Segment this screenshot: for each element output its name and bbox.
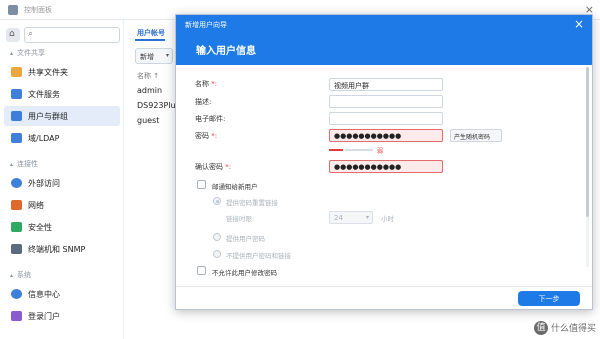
dialog-window-title: 新增用户向导 bbox=[185, 21, 227, 29]
sidebar-item-info-center[interactable]: 信息中心 bbox=[4, 284, 120, 304]
password-field[interactable]: ●●●●●●●●●●● bbox=[329, 129, 443, 142]
sidebar-item-label: 域/LDAP bbox=[28, 134, 60, 143]
confirm-password-field[interactable]: ●●●●●●●●●●● bbox=[329, 160, 443, 173]
table-row[interactable]: DS923Plus bbox=[137, 101, 180, 110]
sidebar-item-label: 用户与群组 bbox=[28, 112, 68, 121]
no-password-label: 不提供用户密码和链接 bbox=[226, 252, 291, 260]
provide-password-label: 提供用户密码 bbox=[226, 235, 265, 243]
sidebar-item-terminal-snmp[interactable]: 终端机和 SNMP bbox=[4, 239, 120, 259]
email-label: 电子邮件: bbox=[195, 115, 226, 123]
confirm-password-label: 确认密码 *: bbox=[195, 163, 232, 171]
domain-ldap-icon bbox=[11, 133, 22, 143]
create-button-label: 新增 bbox=[140, 53, 154, 61]
search-input[interactable]: ⌕ bbox=[24, 27, 120, 43]
window-title: 控制面板 bbox=[24, 6, 52, 14]
sidebar-item-label: 信息中心 bbox=[28, 290, 60, 299]
link-expiry-select[interactable]: 24 ▾ bbox=[329, 211, 373, 224]
notify-new-user-checkbox[interactable] bbox=[197, 180, 206, 189]
sidebar-item-user-group[interactable]: 用户与群组 bbox=[4, 106, 120, 126]
home-icon: ⌂ bbox=[9, 29, 15, 39]
sidebar-item-external-access[interactable]: 外部访问 bbox=[4, 173, 120, 193]
create-user-dialog: 新增用户向导 × 输入用户信息 名称 *: 视频用户群 描述: 电子邮件: 密码… bbox=[175, 14, 593, 310]
sidebar: ⌂ ⌕ ▴ 文件共享 共享文件夹 文件服务 用户与群组 域/LDAP ▴ 连接性 外… bbox=[0, 20, 124, 339]
strength-bar-empty bbox=[345, 149, 373, 151]
sidebar-item-label: 网络 bbox=[28, 201, 44, 210]
security-icon bbox=[11, 222, 22, 232]
strength-bar-filled bbox=[329, 149, 343, 151]
strength-text: 弱 bbox=[377, 148, 384, 155]
sort-ascending-icon: ↑ bbox=[153, 72, 160, 80]
send-reset-link-radio[interactable] bbox=[213, 197, 221, 205]
name-field[interactable]: 视频用户群 bbox=[329, 78, 443, 91]
table-row[interactable]: guest bbox=[137, 116, 159, 125]
home-button[interactable]: ⌂ bbox=[6, 28, 20, 42]
tab-user-accounts[interactable]: 用户帐号 bbox=[137, 28, 165, 38]
next-button[interactable]: 下一步 bbox=[518, 291, 580, 306]
watermark-logo-icon: 值 bbox=[533, 321, 548, 335]
sidebar-item-file-services[interactable]: 文件服务 bbox=[4, 84, 120, 104]
provide-password-radio[interactable] bbox=[213, 233, 221, 241]
generate-password-button[interactable]: 产生随机密码 bbox=[450, 129, 502, 142]
tab-active-indicator bbox=[135, 39, 165, 41]
watermark: 值什么值得买 bbox=[533, 321, 596, 335]
network-icon bbox=[11, 200, 22, 210]
sidebar-item-label: 终端机和 SNMP bbox=[28, 245, 86, 254]
sidebar-item-shared-folder[interactable]: 共享文件夹 bbox=[4, 62, 120, 82]
disallow-password-change-checkbox[interactable] bbox=[197, 266, 206, 275]
sidebar-item-label: 文件服务 bbox=[28, 90, 60, 99]
info-center-icon bbox=[11, 289, 22, 299]
sidebar-item-network[interactable]: 网络 bbox=[4, 195, 120, 215]
password-label: 密码 *: bbox=[195, 132, 218, 140]
section-system[interactable]: ▴ 系统 bbox=[10, 270, 31, 280]
login-portal-icon bbox=[11, 311, 22, 321]
sidebar-item-security[interactable]: 安全性 bbox=[4, 217, 120, 237]
external-access-icon bbox=[11, 178, 22, 188]
section-connectivity[interactable]: ▴ 连接性 bbox=[10, 159, 38, 169]
table-row[interactable]: admin bbox=[137, 86, 162, 95]
section-file-sharing[interactable]: ▴ 文件共享 bbox=[10, 48, 45, 58]
dialog-scrollbar-thumb[interactable] bbox=[586, 67, 589, 217]
link-expiry-label: 链接时限: bbox=[226, 215, 255, 223]
file-services-icon bbox=[11, 89, 22, 99]
no-password-radio[interactable] bbox=[213, 250, 221, 258]
search-icon: ⌕ bbox=[28, 29, 34, 39]
link-expiry-unit: 小时 bbox=[381, 215, 394, 223]
dialog-heading: 输入用户信息 bbox=[196, 46, 256, 57]
shared-folder-icon bbox=[11, 67, 22, 77]
sidebar-item-label: 登录门户 bbox=[28, 312, 60, 321]
terminal-snmp-icon bbox=[11, 244, 22, 254]
dialog-footer: 下一步 bbox=[176, 286, 592, 309]
notify-new-user-label: 邮通知给新用户 bbox=[212, 183, 258, 191]
email-field[interactable] bbox=[329, 112, 443, 125]
send-reset-link-label: 提供密码重置链接 bbox=[226, 199, 278, 207]
name-label: 名称 *: bbox=[195, 80, 218, 88]
watermark-text: 什么值得买 bbox=[550, 323, 596, 334]
sidebar-item-login-portal[interactable]: 登录门户 bbox=[4, 306, 120, 326]
control-panel-logo-icon bbox=[8, 5, 18, 15]
chevron-down-icon: ▾ bbox=[365, 214, 369, 221]
user-group-icon bbox=[11, 111, 22, 121]
sidebar-item-label: 共享文件夹 bbox=[28, 68, 68, 77]
sidebar-item-label: 外部访问 bbox=[28, 179, 60, 188]
dialog-close-icon[interactable]: × bbox=[574, 17, 584, 31]
chevron-down-icon: ▾ bbox=[165, 52, 169, 59]
sidebar-item-domain-ldap[interactable]: 域/LDAP bbox=[4, 128, 120, 148]
create-button[interactable]: 新增 ▾ bbox=[135, 48, 173, 64]
disallow-password-change-label: 不允许此用户修改密码 bbox=[212, 269, 277, 277]
description-label: 描述: bbox=[195, 98, 212, 106]
dialog-header: 新增用户向导 × 输入用户信息 bbox=[176, 15, 592, 65]
sidebar-item-label: 安全性 bbox=[28, 223, 52, 232]
column-header-name[interactable]: 名称 ↑ bbox=[137, 71, 159, 81]
description-field[interactable] bbox=[329, 95, 443, 108]
